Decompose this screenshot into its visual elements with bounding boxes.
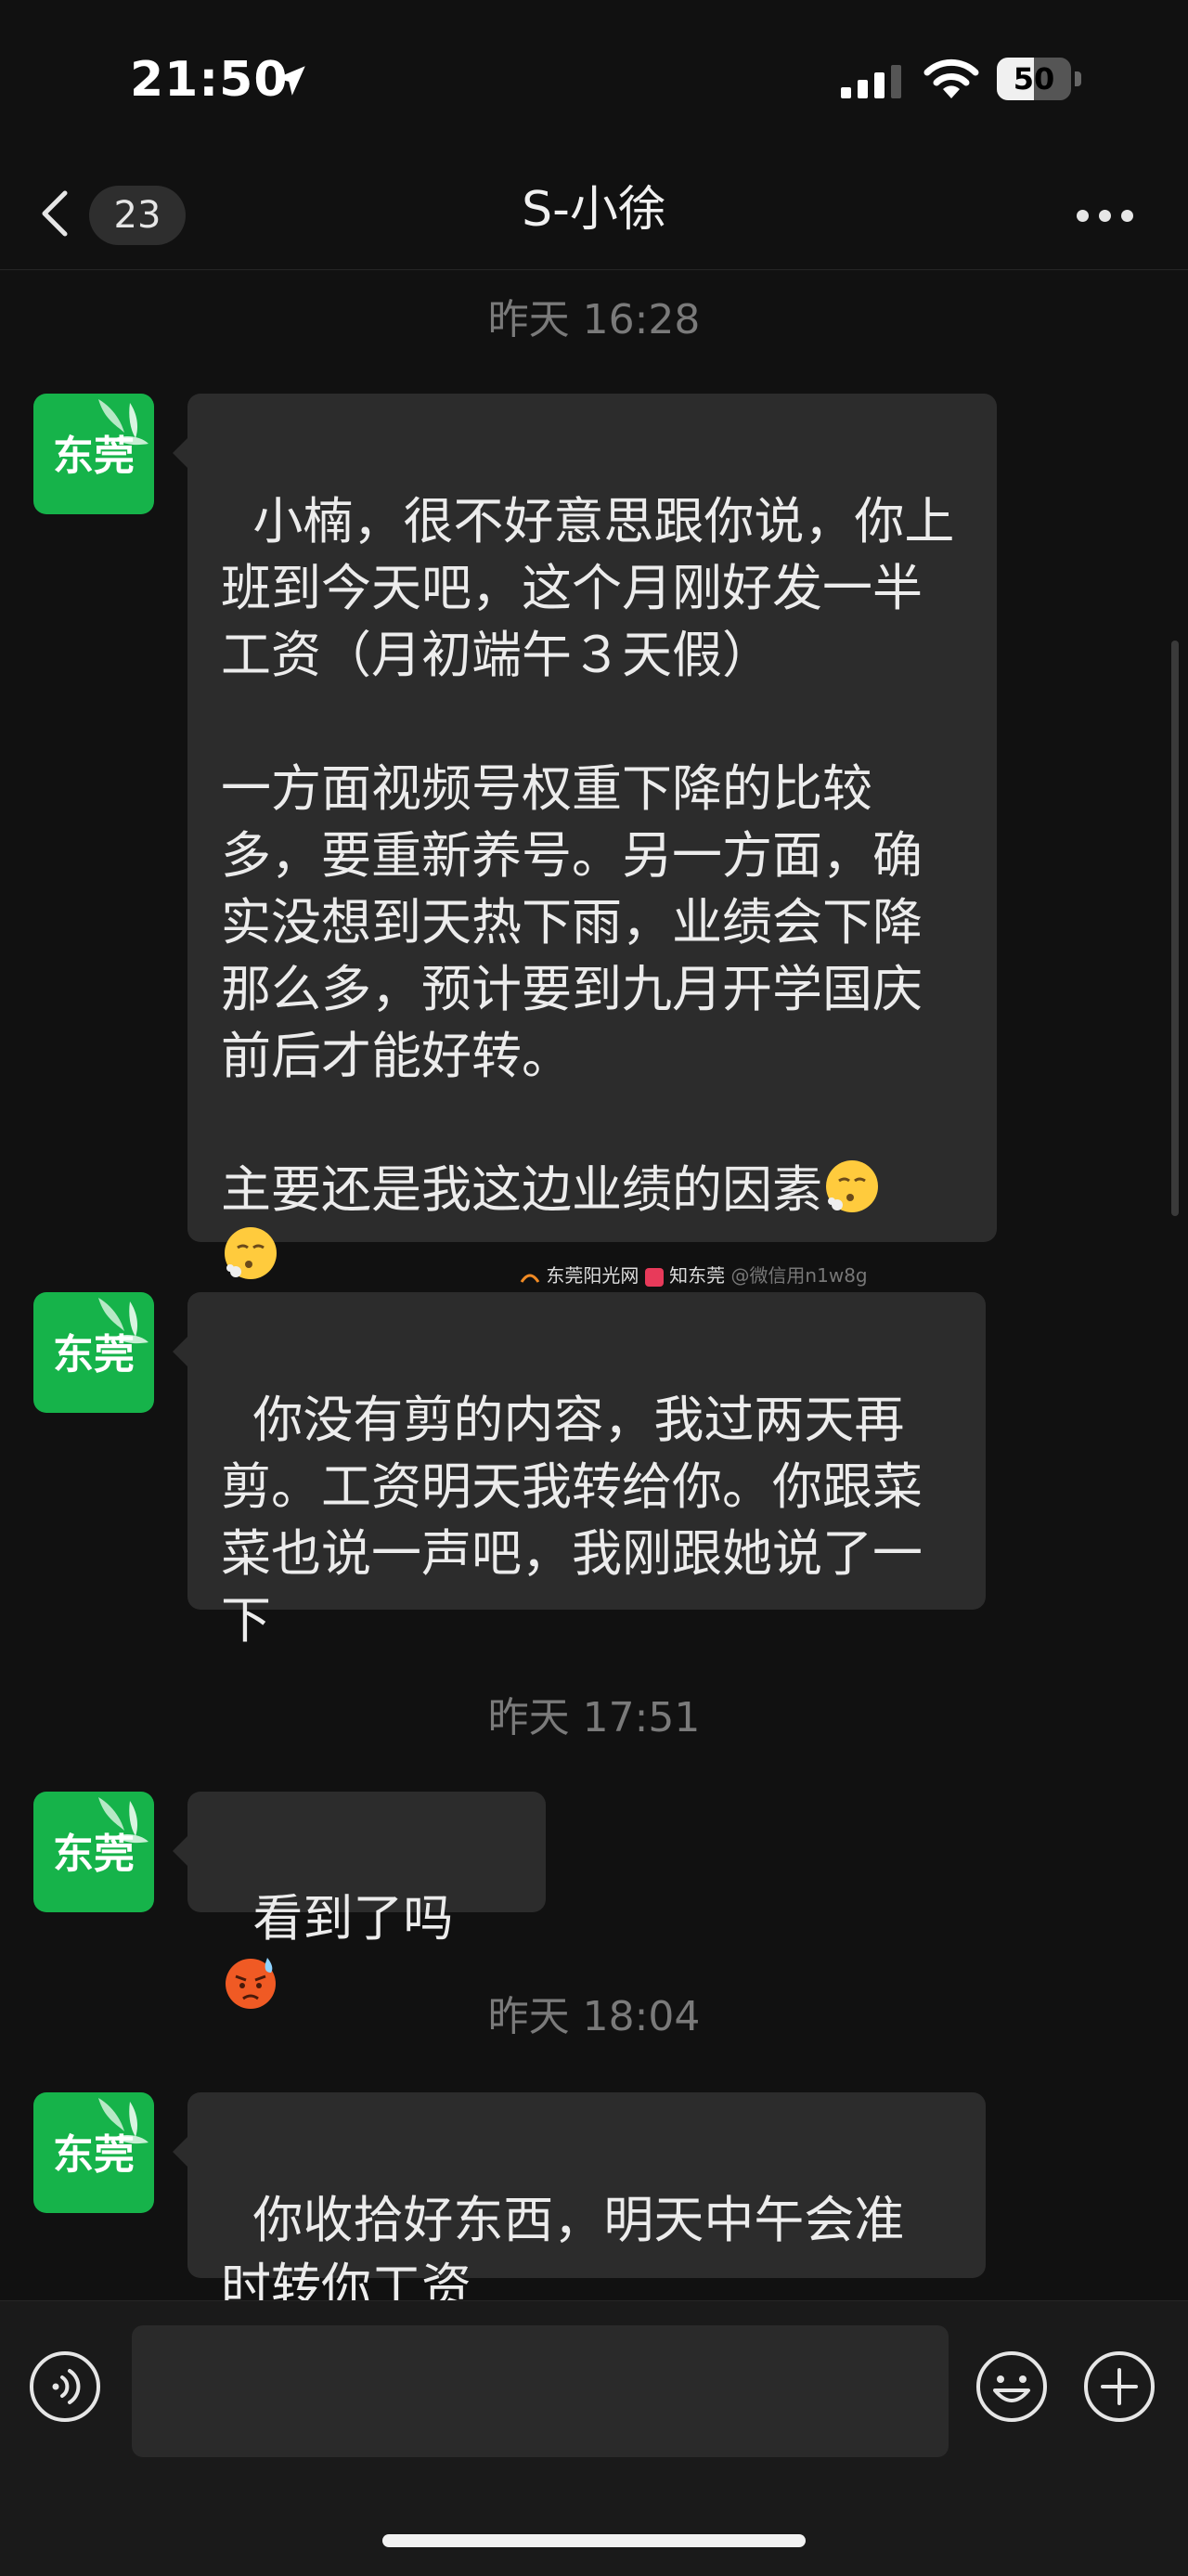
more-options-button[interactable]	[1067, 186, 1142, 241]
status-time: 21:50	[130, 52, 289, 108]
cellular-signal-icon	[841, 65, 901, 98]
message-bubble[interactable]: 小楠，很不好意思跟你说，你上班到今天吧，这个月刚好发一半工资（月初端午３天假） …	[173, 394, 997, 1279]
watermark: 东莞阳光网 知东莞 @微信用n1w8g	[520, 1261, 868, 1288]
message-bubble[interactable]: 你收拾好东西，明天中午会准时转你工资	[173, 2092, 986, 2316]
message-bubble[interactable]: 看到了吗	[173, 1792, 546, 2009]
location-arrow-icon	[276, 66, 305, 96]
message-timestamp: 昨天 16:28	[487, 296, 701, 343]
back-button[interactable]: 23	[37, 176, 186, 251]
svg-text:东莞: 东莞	[53, 1331, 135, 1379]
watermark-brand: 知东莞	[669, 1264, 726, 1287]
svg-text:东莞: 东莞	[53, 2131, 135, 2179]
emoji-picker-icon[interactable]	[975, 2349, 1049, 2424]
brand-logo-icon	[644, 1267, 664, 1287]
plus-icon[interactable]	[1082, 2349, 1156, 2424]
chat-header: 23 S-小徐	[0, 158, 1188, 270]
unread-count-badge: 23	[89, 186, 186, 245]
chat-title: S-小徐	[522, 182, 666, 238]
avatar-text: 东莞	[53, 433, 135, 480]
sender-avatar[interactable]: 东莞	[33, 394, 154, 514]
sender-avatar[interactable]: 东莞	[33, 2092, 154, 2213]
wifi-icon	[923, 58, 979, 98]
svg-text:东莞: 东莞	[53, 1831, 135, 1878]
sun-logo-icon	[520, 1274, 540, 1283]
face-exhaling-icon	[225, 1227, 277, 1279]
message-text: 小楠，很不好意思跟你说，你上班到今天吧，这个月刚好发一半工资（月初端午３天假） …	[221, 492, 955, 1219]
scrollbar[interactable]	[1171, 641, 1179, 1216]
message-timestamp: 昨天 17:51	[487, 1694, 701, 1741]
message-text: 看到了吗	[252, 1889, 454, 1948]
watermark-site: 东莞阳光网	[546, 1264, 639, 1287]
message-text: 你收拾好东西，明天中午会准时转你工资	[221, 2191, 905, 2316]
message-input[interactable]	[132, 2325, 949, 2457]
battery-level-text: 50	[1013, 61, 1055, 97]
battery-indicator: 50	[997, 58, 1082, 100]
status-bar: 21:50 50	[0, 0, 1188, 158]
sender-avatar[interactable]: 东莞	[33, 1792, 154, 1912]
message-timestamp: 昨天 18:04	[487, 1993, 701, 2040]
voice-input-icon[interactable]	[28, 2349, 102, 2424]
watermark-handle: @微信用n1w8g	[730, 1264, 868, 1287]
chevron-left-icon	[42, 190, 68, 237]
sender-avatar[interactable]: 东莞	[33, 1292, 154, 1413]
message-text: 你没有剪的内容，我过两天再剪。工资明天我转给你。你跟菜菜也说一声吧，我刚跟她说了…	[221, 1391, 923, 1650]
home-indicator[interactable]	[382, 2534, 806, 2547]
message-bubble[interactable]: 你没有剪的内容，我过两天再剪。工资明天我转给你。你跟菜菜也说一声吧，我刚跟她说了…	[173, 1292, 986, 1650]
face-exhaling-icon	[826, 1160, 878, 1212]
